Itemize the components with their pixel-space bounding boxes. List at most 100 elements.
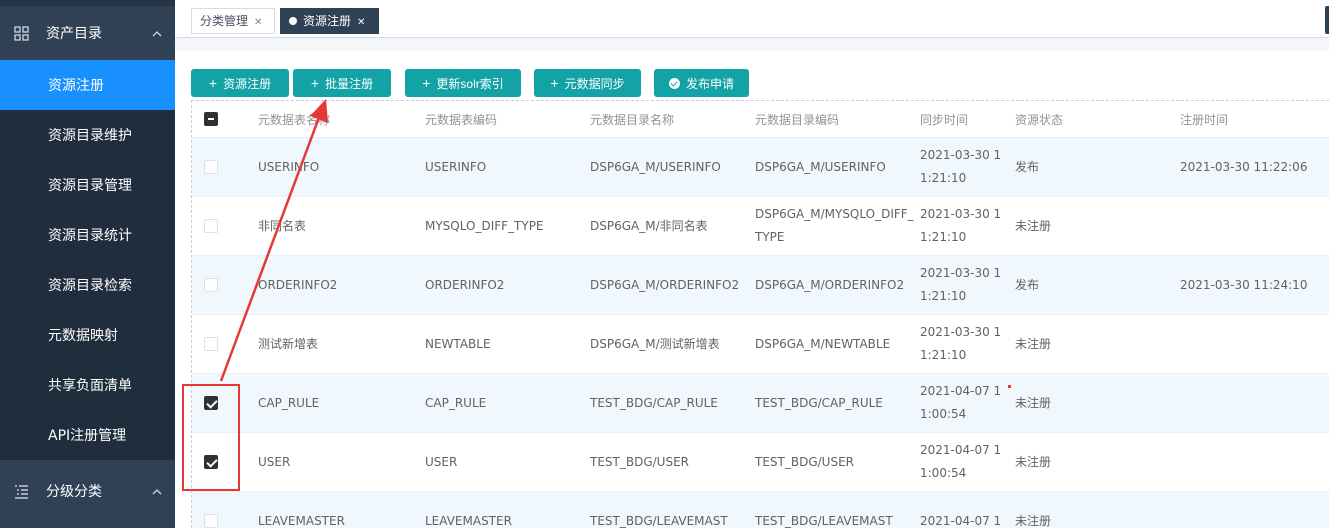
table-cell: 非同名表: [258, 197, 418, 255]
table-cell: 发布: [1015, 256, 1135, 314]
plus-icon: +: [422, 75, 431, 91]
column-header[interactable]: 同步时间: [920, 101, 1010, 137]
cell-text: 2021-03-30 11:21:10: [920, 266, 1002, 303]
cell-text: TEST_BDG/CAP_RULE: [755, 395, 883, 410]
tab-label: 资源注册: [303, 14, 352, 28]
cell-text: 非同名表: [258, 218, 307, 233]
select-all-checkbox[interactable]: [204, 112, 218, 126]
table-cell: TEST_BDG/CAP_RULE: [755, 374, 915, 432]
cell-text: 未注册: [1015, 513, 1052, 528]
table-cell: 未注册: [1015, 197, 1135, 255]
sidebar-item-catalog-stats[interactable]: 资源目录统计: [0, 210, 175, 260]
table-row[interactable]: LEAVEMASTER LEAVEMASTER TEST_BDG/LEAVEMAST…: [192, 492, 1329, 528]
table-row[interactable]: 测试新增表 NEWTABLE DSP6GA_M/测试新增表 DSP6GA_M/NEWT…: [192, 315, 1329, 374]
sidebar-item-catalog-search[interactable]: 资源目录检索: [0, 260, 175, 310]
sidebar-item-label: 资源目录管理: [48, 178, 132, 194]
tab-category-manage[interactable]: 分类管理 ✕: [191, 8, 275, 34]
table-cell: 发布: [1015, 138, 1135, 196]
sidebar-item-label: API注册管理: [48, 428, 127, 444]
column-header[interactable]: 注册时间: [1180, 101, 1320, 137]
table-cell: 2021-03-30 11:21:10: [920, 138, 1010, 196]
tabs-scroll-edge: [1325, 6, 1329, 34]
column-header[interactable]: 资源状态: [1015, 101, 1135, 137]
sidebar-item-label: 共享负面清单: [48, 378, 132, 394]
sidebar-item-catalog-maintain[interactable]: 资源目录维护: [0, 110, 175, 160]
chevron-up-icon: [139, 26, 175, 40]
table-cell: ORDERINFO2: [425, 256, 585, 314]
table-row[interactable]: ORDERINFO2 ORDERINFO2 DSP6GA_M/ORDERINFO2 D…: [192, 256, 1329, 315]
row-checkbox[interactable]: [204, 160, 218, 174]
cell-text: 2021-03-30 11:21:10: [920, 207, 1002, 244]
table-row[interactable]: USERINFO USERINFO DSP6GA_M/USERINFO DSP6GA_…: [192, 138, 1329, 197]
column-header[interactable]: 元数据目录名称: [590, 101, 750, 137]
cell-text: 未注册: [1015, 454, 1052, 469]
row-checkbox[interactable]: [204, 514, 218, 528]
plus-icon: +: [208, 75, 218, 91]
column-header-label: 元数据目录编码: [755, 112, 840, 127]
cell-text: CAP_RULE: [425, 395, 487, 410]
table-cell: 2021-04-07 11:00:54: [920, 374, 1010, 432]
button-label: 元数据同步: [564, 76, 625, 91]
cell-text: 2021-03-30 11:24:10: [1180, 277, 1308, 292]
button-label: 发布申请: [685, 76, 734, 91]
table-cell: LEAVEMASTER: [425, 492, 585, 528]
table-cell: 未注册: [1015, 374, 1135, 432]
sidebar-item-label: 元数据映射: [48, 328, 118, 344]
table-cell: 未注册: [1015, 315, 1135, 373]
sidebar-item-label: 资源目录维护: [48, 128, 132, 144]
table-cell: CAP_RULE: [258, 374, 418, 432]
batch-register-button[interactable]: + 批量注册: [293, 69, 391, 97]
table-cell: USERINFO: [425, 138, 585, 196]
column-header[interactable]: 元数据目录编码: [755, 101, 915, 137]
tab-resource-register[interactable]: 资源注册 ✕: [280, 8, 379, 34]
sidebar-item-api-register[interactable]: API注册管理: [0, 410, 175, 460]
button-label: 更新solr索引: [436, 76, 504, 91]
sidebar-item-label: 资源目录检索: [48, 278, 132, 294]
cell-text: 2021-03-30 11:22:06: [1180, 159, 1308, 174]
sidebar-item-resource-register[interactable]: 资源注册: [0, 60, 175, 110]
metadata-sync-button[interactable]: + 元数据同步: [534, 69, 641, 97]
sidebar-item-metadata-mapping[interactable]: 元数据映射: [0, 310, 175, 360]
cell-text: 2021-04-07 1: [920, 513, 1002, 528]
table-cell: DSP6GA_M/测试新增表: [590, 315, 750, 373]
row-checkbox[interactable]: [204, 278, 218, 292]
publish-request-button[interactable]: 发布申请: [654, 69, 749, 97]
cell-text: ORDERINFO2: [425, 277, 505, 292]
sidebar-group-classification[interactable]: 分级分类: [0, 464, 175, 518]
content-band: [175, 39, 1329, 51]
cell-text: 2021-03-30 11:21:10: [920, 325, 1002, 362]
sidebar-item-catalog-manage[interactable]: 资源目录管理: [0, 160, 175, 210]
table-cell: CAP_RULE: [425, 374, 585, 432]
cell-text: DSP6GA_M/测试新增表: [590, 336, 720, 351]
close-icon[interactable]: ✕: [357, 17, 365, 28]
row-checkbox[interactable]: [204, 219, 218, 233]
table-cell: 2021-03-30 11:21:10: [920, 315, 1010, 373]
column-header-label: 元数据表名称: [258, 112, 331, 127]
table-cell: TEST_BDG/USER: [755, 433, 915, 491]
annotation-dot: [1008, 385, 1011, 388]
close-icon[interactable]: ✕: [254, 17, 262, 28]
row-checkbox-cell: [204, 256, 234, 314]
cell-text: DSP6GA_M/非同名表: [590, 218, 708, 233]
table-row[interactable]: 非同名表 MYSQLO_DIFF_TYPE DSP6GA_M/非同名表 DSP6GA_…: [192, 197, 1329, 256]
row-checkbox[interactable]: [204, 337, 218, 351]
column-header[interactable]: 元数据表名称: [258, 101, 418, 137]
sidebar-group-asset-catalog[interactable]: 资产目录: [0, 6, 175, 60]
data-table: 元数据表名称 元数据表编码 元数据目录名称 元数据目录编码 同步时间 资源状态 …: [191, 100, 1329, 528]
resource-register-button[interactable]: + 资源注册: [191, 69, 289, 97]
header-checkbox-cell: [204, 101, 234, 137]
sidebar-item-negative-list[interactable]: 共享负面清单: [0, 360, 175, 410]
table-cell: DSP6GA_M/USERINFO: [755, 138, 915, 196]
table-row[interactable]: USER USER TEST_BDG/USER TEST_BDG/USER 2021-0…: [192, 433, 1329, 492]
check-circle-icon: [668, 77, 680, 89]
table-row[interactable]: CAP_RULE CAP_RULE TEST_BDG/CAP_RULE TEST_BD…: [192, 374, 1329, 433]
update-solr-index-button[interactable]: + 更新solr索引: [405, 69, 521, 97]
sidebar: 资产目录 资源注册 资源目录维护 资源目录管理 资源目录统计 资源目录检索 元数…: [0, 0, 175, 528]
column-header[interactable]: 元数据表编码: [425, 101, 585, 137]
table-cell: ORDERINFO2: [258, 256, 418, 314]
table-cell: DSP6GA_M/ORDERINFO2: [590, 256, 750, 314]
table-cell: [1180, 197, 1320, 255]
cell-text: LEAVEMASTER: [425, 513, 512, 528]
table-cell: LEAVEMASTER: [258, 492, 418, 528]
row-checkbox-cell: [204, 315, 234, 373]
